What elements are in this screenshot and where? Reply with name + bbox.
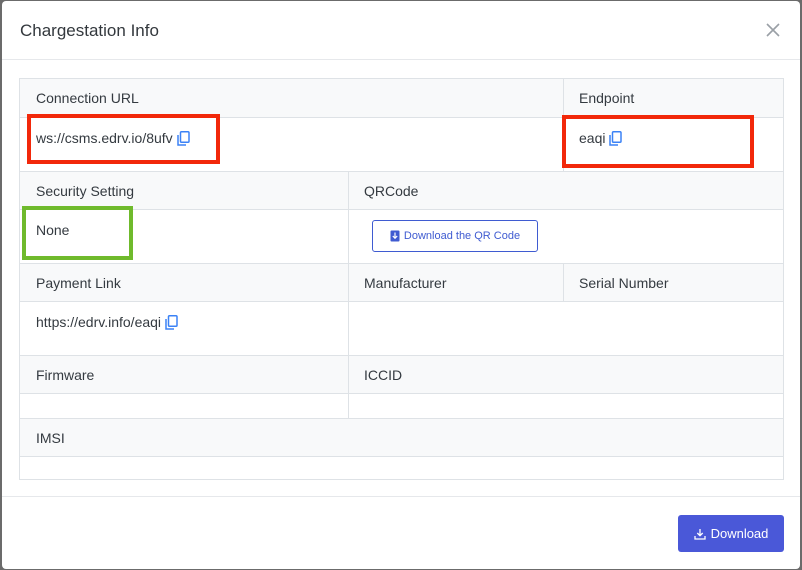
- iccid-header: ICCID: [348, 355, 783, 394]
- security-setting-cell: None: [20, 210, 348, 263]
- endpoint-value: eaqi: [579, 130, 606, 146]
- firmware-cell: [20, 394, 348, 418]
- iccid-cell: [348, 394, 783, 418]
- connection-url-header: Connection URL: [20, 79, 563, 118]
- manufacturer-label: Manufacturer: [364, 275, 447, 291]
- payment-link-value: https://edrv.info/eaqi: [36, 314, 162, 330]
- download-button[interactable]: Download: [678, 515, 784, 552]
- modal-footer: Download: [2, 496, 800, 569]
- download-label: Download: [710, 526, 769, 541]
- divider: [563, 263, 564, 302]
- iccid-label: ICCID: [364, 367, 403, 383]
- security-setting-value: None: [36, 222, 70, 238]
- connection-url-label: Connection URL: [36, 90, 139, 106]
- serial-number-label: Serial Number: [579, 275, 669, 291]
- close-icon[interactable]: [764, 21, 782, 39]
- chargestation-info-modal: Chargestation Info Connection URL Endpoi…: [2, 1, 800, 569]
- download-qr-code-button[interactable]: Download the QR Code: [372, 220, 538, 252]
- imsi-header: IMSI: [20, 418, 783, 457]
- manufacturer-serial-cell: [348, 302, 783, 355]
- endpoint-header: Endpoint: [563, 79, 783, 118]
- copy-icon[interactable]: [609, 131, 623, 146]
- manufacturer-header: Manufacturer: [348, 263, 563, 302]
- modal-title: Chargestation Info: [20, 21, 159, 40]
- download-icon: [693, 528, 706, 540]
- divider: [348, 171, 349, 418]
- divider: [563, 79, 564, 171]
- firmware-label: Firmware: [36, 367, 95, 383]
- info-grid: Connection URL Endpoint ws://csms.edrv.i…: [19, 78, 784, 480]
- payment-link-label: Payment Link: [36, 275, 121, 291]
- payment-link-header: Payment Link: [20, 263, 348, 302]
- imsi-cell: [20, 457, 783, 479]
- imsi-label: IMSI: [36, 430, 65, 446]
- download-qr-code-label: Download the QR Code: [403, 230, 521, 242]
- qrcode-label: QRCode: [364, 183, 419, 199]
- endpoint-cell: eaqi: [563, 118, 783, 171]
- modal-header: Chargestation Info: [2, 1, 800, 60]
- firmware-header: Firmware: [20, 355, 348, 394]
- security-setting-label: Security Setting: [36, 183, 135, 199]
- download-icon: [390, 230, 400, 242]
- connection-url-value: ws://csms.edrv.io/8ufv: [36, 130, 173, 146]
- qrcode-header: QRCode: [348, 171, 783, 210]
- connection-url-cell: ws://csms.edrv.io/8ufv: [20, 118, 563, 171]
- endpoint-label: Endpoint: [579, 90, 635, 106]
- copy-icon[interactable]: [176, 131, 190, 146]
- payment-link-cell: https://edrv.info/eaqi: [20, 302, 348, 355]
- copy-icon[interactable]: [165, 315, 178, 330]
- serial-number-header: Serial Number: [563, 263, 783, 302]
- security-setting-header: Security Setting: [20, 171, 348, 210]
